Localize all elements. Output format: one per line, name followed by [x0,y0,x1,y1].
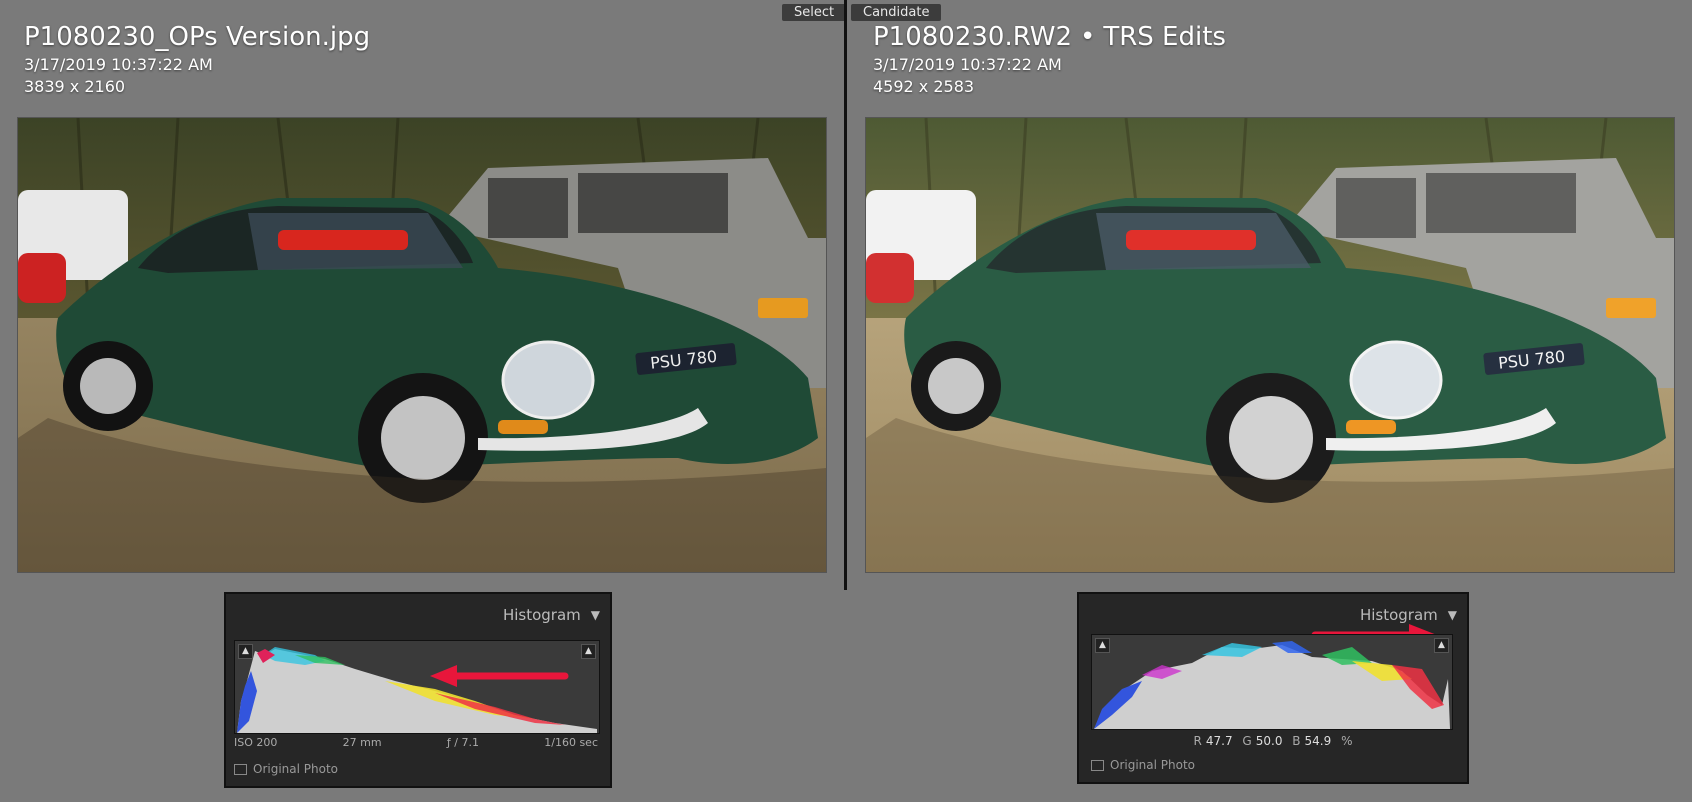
original-photo-label: Original Photo [1110,758,1196,772]
compare-divider[interactable] [844,0,847,590]
candidate-metadata: P1080230.RW2 • TRS Edits 3/17/2019 10:37:2… [873,20,1226,98]
histogram-title: Histogram [502,606,581,624]
histogram-graph[interactable]: ▲ ▲ [234,640,600,734]
r-label: R [1193,734,1202,748]
g-label: G [1242,734,1252,748]
r-value: 47.7 [1205,734,1233,748]
histogram-header[interactable]: Histogram ▼ [503,606,600,624]
g-value: 50.0 [1255,734,1283,748]
exif-aperture: ƒ / 7.1 [446,736,479,749]
candidate-histogram-panel: Histogram ▼ ▲ ▲ R 47.7 G 50.0 B 54.9 % Orig… [1077,592,1469,784]
checkbox-icon[interactable] [234,763,247,775]
candidate-photo[interactable]: PSU 780 [866,118,1674,572]
histogram-header[interactable]: Histogram ▼ [1360,606,1457,624]
exif-focal: 27 mm [342,736,382,749]
pct-label: % [1341,734,1353,748]
candidate-date: 3/17/2019 10:37:22 AM [873,55,1062,74]
candidate-dimensions: 4592 x 2583 [873,77,975,96]
histogram-title: Histogram [1359,606,1438,624]
b-label: B [1292,734,1301,748]
b-value: 54.9 [1304,734,1332,748]
highlight-clip-icon[interactable]: ▲ [581,644,596,659]
exif-info: ISO 200 27 mm ƒ / 7.1 1/160 sec [234,736,598,749]
select-dimensions: 3839 x 2160 [24,77,126,96]
shadow-clip-icon[interactable]: ▲ [1095,638,1110,653]
select-metadata: P1080230_OPs Version.jpg 3/17/2019 10:37… [24,20,370,98]
original-photo-label: Original Photo [253,762,339,776]
shadow-clip-icon[interactable]: ▲ [238,644,253,659]
candidate-filename-suffix: TRS Edits [1103,22,1226,52]
rgb-readout: R 47.7 G 50.0 B 54.9 % [1079,734,1467,748]
histogram-graph[interactable]: ▲ ▲ [1091,634,1453,730]
original-photo-toggle[interactable]: Original Photo [1091,758,1195,772]
candidate-filename-line: P1080230.RW2 • TRS Edits [873,20,1226,54]
candidate-filename: P1080230.RW2 [873,22,1072,52]
select-histogram-panel: Histogram ▼ ▲ ▲ ISO 200 27 mm ƒ / 7.1 1/… [224,592,612,788]
select-date: 3/17/2019 10:37:22 AM [24,55,213,74]
exif-shutter: 1/160 sec [544,736,598,749]
highlight-clip-icon[interactable]: ▲ [1434,638,1449,653]
chevron-down-icon[interactable]: ▼ [1448,608,1457,622]
chevron-down-icon[interactable]: ▼ [591,608,600,622]
select-photo[interactable]: PSU 780 [18,118,826,572]
filename-separator: • [1080,22,1096,52]
exif-iso: ISO 200 [234,736,278,749]
select-pane: P1080230_OPs Version.jpg 3/17/2019 10:37… [0,0,844,590]
candidate-pane: P1080230.RW2 • TRS Edits 3/17/2019 10:37:2… [849,0,1692,590]
original-photo-toggle[interactable]: Original Photo [234,762,338,776]
select-filename: P1080230_OPs Version.jpg [24,22,371,52]
checkbox-icon[interactable] [1091,759,1104,771]
